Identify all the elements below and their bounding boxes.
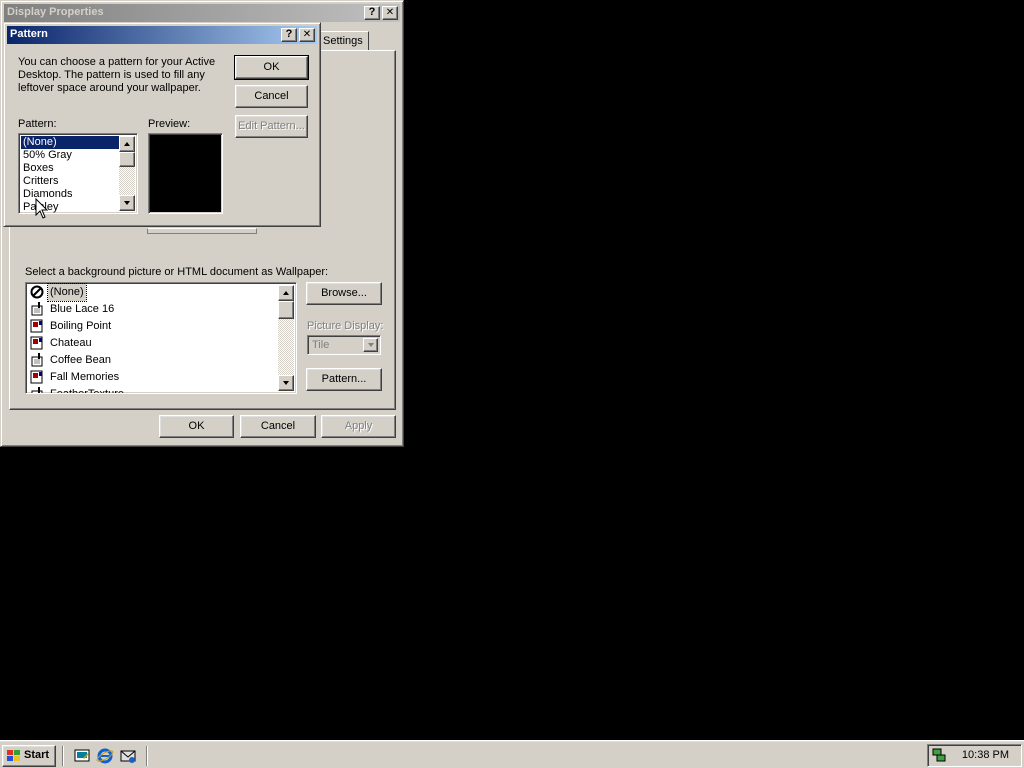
wallpaper-item-label: Coffee Bean — [50, 354, 111, 366]
internet-explorer-icon[interactable] — [96, 747, 114, 765]
wallpaper-scroll-up-button[interactable] — [278, 285, 294, 301]
pattern-scrollbar[interactable] — [119, 136, 135, 211]
html-document-icon — [30, 336, 43, 350]
wallpaper-list[interactable]: (None) Blue Lace 16 Boiling Point Chatea… — [25, 282, 297, 394]
tab-settings[interactable]: Settings — [319, 31, 369, 51]
picture-display-label: Picture Display: — [307, 320, 384, 332]
pattern-scroll-thumb[interactable] — [119, 152, 135, 167]
start-label: Start — [24, 749, 50, 761]
taskbar: Start 10:38 PM — [0, 740, 1024, 768]
network-tray-icon[interactable] — [931, 747, 947, 763]
html-document-icon — [30, 319, 43, 333]
picture-display-select[interactable]: Tile — [307, 335, 381, 355]
pattern-description: You can choose a pattern for your Active… — [18, 56, 216, 94]
pattern-item-none[interactable]: (None) — [21, 136, 119, 149]
wallpaper-item-label: Fall Memories — [50, 371, 120, 383]
wallpaper-scroll-thumb[interactable] — [278, 301, 294, 319]
tab-settings-label: Settings — [323, 35, 363, 47]
ok-button[interactable]: OK — [159, 415, 234, 438]
pattern-title: Pattern — [10, 28, 48, 40]
paint-bitmap-icon — [31, 302, 43, 316]
display-properties-title: Display Properties — [7, 6, 104, 18]
show-desktop-icon[interactable] — [74, 748, 90, 764]
browse-button[interactable]: Browse... — [306, 282, 382, 305]
wallpaper-scrollbar[interactable] — [278, 285, 294, 391]
pattern-label: Pattern: — [18, 118, 57, 130]
pattern-dialog: Pattern ? ✕ You can choose a pattern for… — [3, 22, 321, 227]
wallpaper-item-label: Blue Lace 16 — [50, 303, 115, 315]
pattern-item-50-gray[interactable]: 50% Gray — [21, 149, 74, 162]
windows-logo-icon — [7, 750, 20, 761]
pattern-help-button[interactable]: ? — [281, 28, 297, 42]
pattern-cancel-button[interactable]: Cancel — [235, 85, 308, 108]
pattern-titlebar[interactable]: Pattern ? ✕ — [7, 26, 317, 44]
wallpaper-item-label: (None) — [47, 283, 87, 302]
none-icon — [30, 285, 44, 299]
cancel-button[interactable]: Cancel — [240, 415, 316, 438]
edit-pattern-button[interactable]: Edit Pattern... — [235, 115, 308, 138]
start-button[interactable]: Start — [2, 745, 56, 767]
pattern-close-button[interactable]: ✕ — [299, 28, 315, 42]
display-close-button[interactable]: ✕ — [382, 6, 398, 20]
pattern-button[interactable]: Pattern... — [306, 368, 382, 391]
pattern-preview — [148, 133, 223, 214]
wallpaper-item-label: Chateau — [50, 337, 92, 349]
outlook-express-icon[interactable] — [119, 747, 137, 765]
wallpaper-item-label: Boiling Point — [50, 320, 112, 332]
preview-label: Preview: — [148, 118, 191, 130]
pattern-item-boxes[interactable]: Boxes — [21, 162, 56, 175]
display-properties-titlebar[interactable]: Display Properties ? ✕ — [4, 4, 400, 22]
system-tray: 10:38 PM — [927, 744, 1022, 767]
paint-bitmap-icon — [31, 387, 43, 393]
wallpaper-label: Select a background picture or HTML docu… — [25, 266, 329, 278]
monitor-stand — [147, 228, 257, 234]
pattern-scroll-up-button[interactable] — [119, 136, 135, 152]
html-document-icon — [30, 370, 43, 384]
mouse-cursor-icon — [35, 198, 49, 219]
wallpaper-item-label: FeatherTexture — [50, 388, 124, 394]
pattern-ok-button[interactable]: OK — [234, 55, 309, 80]
taskbar-separator — [62, 746, 64, 766]
picture-display-dropdown-button[interactable] — [363, 338, 378, 352]
clock[interactable]: 10:38 PM — [962, 749, 1009, 761]
display-help-button[interactable]: ? — [364, 6, 380, 20]
pattern-scroll-down-button[interactable] — [119, 195, 135, 211]
wallpaper-scroll-down-button[interactable] — [278, 375, 294, 391]
apply-button[interactable]: Apply — [321, 415, 396, 438]
picture-display-value: Tile — [312, 339, 330, 351]
taskbar-separator — [146, 746, 148, 766]
paint-bitmap-icon — [31, 353, 43, 367]
pattern-item-critters[interactable]: Critters — [21, 175, 60, 188]
